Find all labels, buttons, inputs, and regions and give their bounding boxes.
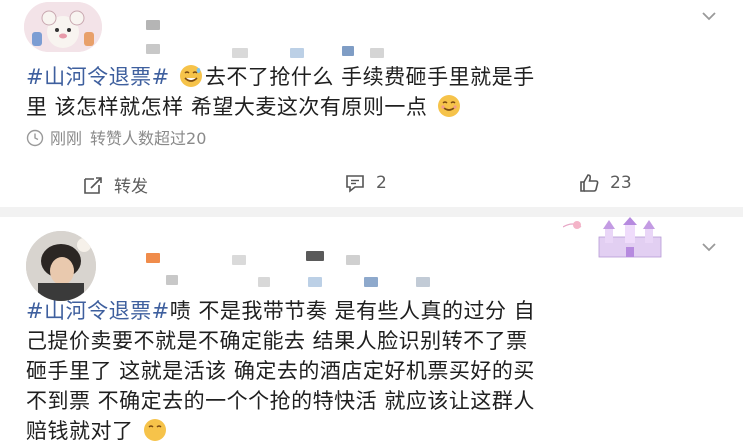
chevron-down-icon[interactable] bbox=[701, 8, 717, 24]
blurred-meta bbox=[258, 277, 270, 287]
comment-count: 2 bbox=[376, 173, 387, 193]
user-photo-avatar-icon bbox=[26, 231, 96, 301]
blurred-meta bbox=[290, 48, 304, 58]
clock-icon bbox=[26, 129, 44, 147]
post-card: #山河令退票#啧 不是我带节奏 是有些人真的过分 自 己提价卖要不就是不确定能去… bbox=[0, 217, 743, 443]
post-line: 不到票 不确定去的一个个抢的特快活 就应该让这群人 bbox=[26, 389, 535, 413]
post-line: 砸手里了 这就是活该 确定去的酒店定好机票买好的买 bbox=[26, 359, 535, 383]
smile-emoji-icon bbox=[143, 419, 166, 441]
post-text: #山河令退票#啧 不是我带节奏 是有些人真的过分 自 己提价卖要不就是不确定能去… bbox=[26, 296, 726, 446]
post-line: 赔钱就对了 bbox=[26, 416, 726, 446]
post-line-text: 啧 不是我带节奏 是有些人真的过分 自 bbox=[169, 299, 536, 323]
post-card: #山河令退票# 去不了抢什么 手续费砸手里就是手 里 该怎样就怎样 希望大麦这次… bbox=[0, 0, 743, 207]
action-bar: 转发 2 23 bbox=[0, 163, 743, 203]
blurred-meta bbox=[166, 275, 178, 285]
blurred-username bbox=[232, 255, 246, 265]
like-button[interactable]: 23 bbox=[578, 172, 632, 194]
sweat-smile-emoji-icon bbox=[179, 65, 202, 87]
blurred-meta bbox=[364, 277, 378, 287]
post-line-text: 去不了抢什么 手续费砸手里就是手 bbox=[204, 65, 535, 89]
like-count: 23 bbox=[610, 173, 632, 193]
post-text: #山河令退票# 去不了抢什么 手续费砸手里就是手 里 该怎样就怎样 希望大麦这次… bbox=[26, 62, 726, 122]
blurred-meta bbox=[416, 277, 430, 287]
blurred-meta bbox=[370, 48, 384, 58]
blurred-username bbox=[346, 255, 360, 265]
hashtag-link[interactable]: #山河令退票# bbox=[26, 65, 170, 89]
post-line: #山河令退票# 去不了抢什么 手续费砸手里就是手 bbox=[26, 62, 726, 92]
post-line: #山河令退票#啧 不是我带节奏 是有些人真的过分 自 bbox=[26, 296, 726, 326]
avatar[interactable] bbox=[26, 231, 96, 301]
chevron-down-icon[interactable] bbox=[701, 239, 717, 255]
blurred-username bbox=[146, 20, 160, 30]
comment-icon bbox=[346, 175, 364, 193]
post-line-text: 里 该怎样就怎样 希望大麦这次有原则一点 bbox=[26, 95, 428, 119]
post-line: 里 该怎样就怎样 希望大麦这次有原则一点 bbox=[26, 92, 726, 122]
repost-button[interactable]: 转发 bbox=[82, 172, 148, 197]
smile-emoji-icon bbox=[437, 95, 460, 117]
post-meta: 刚刚 转赞人数超过20 bbox=[26, 125, 206, 149]
thumbs-up-icon bbox=[580, 174, 599, 192]
post-line: 己提价卖要不就是不确定能去 结果人脸识别转不了票 bbox=[26, 329, 528, 353]
blurred-username bbox=[306, 251, 324, 261]
post-separator bbox=[0, 207, 743, 217]
blurred-meta bbox=[146, 44, 160, 54]
blurred-meta bbox=[232, 48, 248, 58]
edit-share-icon bbox=[84, 176, 102, 194]
hashtag-link[interactable]: #山河令退票# bbox=[26, 299, 170, 323]
blurred-meta bbox=[308, 277, 322, 287]
repost-label: 转发 bbox=[114, 177, 148, 197]
post-time: 刚刚 bbox=[50, 129, 83, 148]
blurred-username bbox=[146, 253, 160, 263]
castle-sticker-icon bbox=[563, 217, 662, 258]
bear-avatar-icon bbox=[24, 2, 102, 52]
post-line-text: 赔钱就对了 bbox=[26, 419, 134, 443]
avatar[interactable] bbox=[24, 2, 102, 52]
repost-note: 转赞人数超过20 bbox=[90, 129, 207, 148]
comment-button[interactable]: 2 bbox=[344, 172, 387, 194]
blurred-meta bbox=[342, 46, 354, 56]
